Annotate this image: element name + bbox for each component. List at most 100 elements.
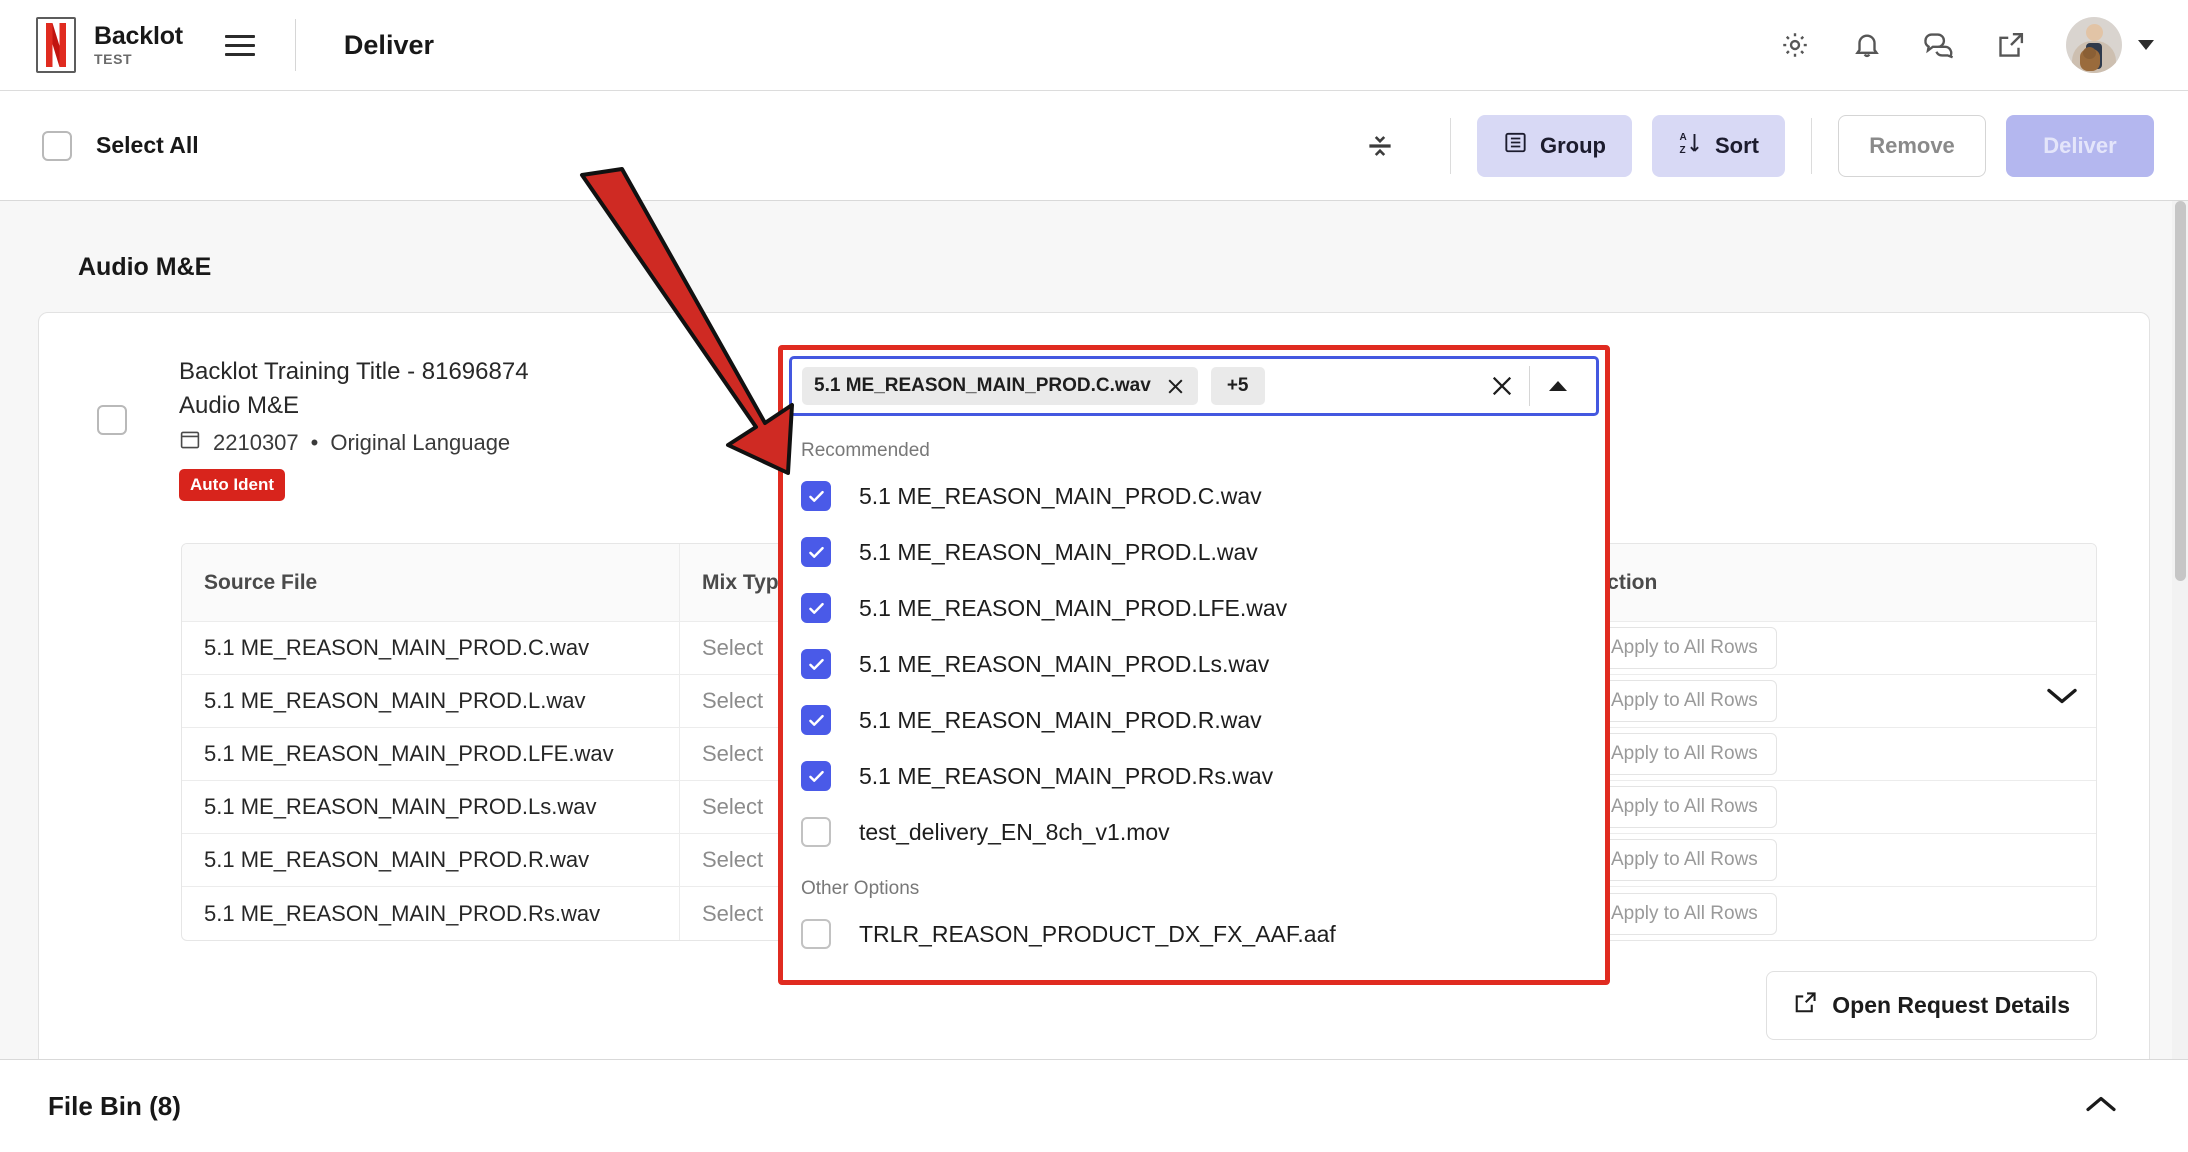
- header-divider: [294, 19, 296, 71]
- cell-source-file: 5.1 ME_REASON_MAIN_PROD.R.wav: [182, 834, 680, 887]
- asset-separator: •: [310, 430, 319, 456]
- dropdown-option[interactable]: 5.1 ME_REASON_MAIN_PROD.LFE.wav: [783, 580, 1605, 636]
- option-checkbox-checked[interactable]: [801, 481, 831, 511]
- select-all-group[interactable]: Select All: [0, 130, 199, 161]
- gear-icon[interactable]: [1778, 28, 1812, 62]
- selected-file-chip-label: 5.1 ME_REASON_MAIN_PROD.C.wav: [814, 375, 1151, 396]
- close-icon[interactable]: [1165, 376, 1186, 397]
- dropdown-group-label-recommended: Recommended: [801, 440, 930, 461]
- hamburger-icon[interactable]: [219, 29, 261, 62]
- card-checkbox-wrap: [97, 405, 127, 435]
- dropdown-option[interactable]: test_delivery_EN_8ch_v1.mov: [783, 804, 1605, 860]
- option-checkbox-checked[interactable]: [801, 593, 831, 623]
- toolbar-divider: [1450, 117, 1451, 174]
- main-scrollbar-thumb[interactable]: [2175, 201, 2186, 581]
- section-title-audio-me: Audio M&E: [78, 253, 212, 281]
- file-select-control[interactable]: 5.1 ME_REASON_MAIN_PROD.C.wav +5: [789, 356, 1599, 416]
- toolbar-divider: [1811, 117, 1812, 174]
- column-header-source-file: Source File: [182, 544, 680, 622]
- avatar-head: [2086, 24, 2103, 41]
- option-checkbox-checked[interactable]: [801, 705, 831, 735]
- option-checkbox-unchecked[interactable]: [801, 817, 831, 847]
- avatar[interactable]: [2066, 17, 2122, 73]
- dropdown-option[interactable]: 5.1 ME_REASON_MAIN_PROD.L.wav: [783, 524, 1605, 580]
- card-select-checkbox[interactable]: [97, 405, 127, 435]
- dropdown-option[interactable]: TRLR_REASON_PRODUCT_DX_FX_AAF.aaf: [783, 906, 1605, 962]
- apply-to-all-rows-button[interactable]: Apply to All Rows: [1592, 786, 1777, 829]
- apply-to-all-rows-button[interactable]: Apply to All Rows: [1592, 839, 1777, 882]
- status-badge: Auto Ident: [179, 469, 286, 502]
- dropdown-option[interactable]: 5.1 ME_REASON_MAIN_PROD.C.wav: [783, 468, 1605, 524]
- select-all-label: Select All: [96, 132, 199, 158]
- svg-text:A: A: [1680, 132, 1687, 143]
- avatar-menu[interactable]: [2066, 17, 2154, 73]
- list-icon: [1503, 130, 1528, 161]
- file-bin-bar[interactable]: File Bin (8): [0, 1059, 2188, 1152]
- svg-text:Z: Z: [1680, 145, 1686, 156]
- header-actions: [1778, 17, 2188, 73]
- app-root: Backlot TEST Deliver Select All Group A …: [0, 0, 2188, 1152]
- chevron-down-icon[interactable]: [2138, 40, 2154, 50]
- cell-source-file: 5.1 ME_REASON_MAIN_PROD.LFE.wav: [182, 728, 680, 781]
- netflix-logo-icon: [36, 17, 76, 73]
- option-label: 5.1 ME_REASON_MAIN_PROD.Ls.wav: [859, 650, 1270, 677]
- cell-action: Apply to All Rows: [1570, 887, 2096, 940]
- column-header-action: Action: [1592, 570, 1658, 594]
- option-label: 5.1 ME_REASON_MAIN_PROD.C.wav: [859, 482, 1262, 509]
- main-scrollbar-track[interactable]: [2172, 201, 2188, 1059]
- brand-environment: TEST: [94, 51, 133, 68]
- file-select-dropdown-highlight: 5.1 ME_REASON_MAIN_PROD.C.wav +5 Recomme…: [778, 345, 1610, 985]
- cell-action: Apply to All Rows: [1570, 728, 2096, 780]
- option-label: TRLR_REASON_PRODUCT_DX_FX_AAF.aaf: [859, 920, 1336, 947]
- asset-id: 2210307: [213, 430, 299, 456]
- dropdown-toggle-chevron-up-icon[interactable]: [1530, 379, 1586, 393]
- hamburger-bar: [224, 43, 255, 47]
- file-bin-collapse-chevron-up-icon[interactable]: [2084, 1093, 2188, 1120]
- file-select-dropdown: 5.1 ME_REASON_MAIN_PROD.C.wav +5 Recomme…: [783, 350, 1605, 980]
- external-link-icon: [1793, 990, 1818, 1021]
- sort-button-label: Sort: [1715, 132, 1759, 158]
- cell-source-file: 5.1 ME_REASON_MAIN_PROD.Rs.wav: [182, 887, 680, 941]
- dropdown-option[interactable]: 5.1 ME_REASON_MAIN_PROD.Rs.wav: [783, 748, 1605, 804]
- cell-action: Apply to All Rows: [1570, 781, 2096, 833]
- apply-to-all-rows-button[interactable]: Apply to All Rows: [1592, 627, 1777, 670]
- open-request-details-button[interactable]: Open Request Details: [1766, 971, 2097, 1041]
- collapse-rows-icon[interactable]: [1360, 126, 1400, 166]
- group-button[interactable]: Group: [1477, 114, 1632, 177]
- dropdown-option[interactable]: 5.1 ME_REASON_MAIN_PROD.R.wav: [783, 692, 1605, 748]
- hamburger-bar: [224, 52, 255, 56]
- package-icon: [179, 429, 201, 457]
- sort-button[interactable]: A Z Sort: [1652, 114, 1785, 177]
- clear-selection-close-icon[interactable]: [1475, 373, 1529, 399]
- selected-file-chip[interactable]: 5.1 ME_REASON_MAIN_PROD.C.wav: [802, 367, 1198, 405]
- option-label: 5.1 ME_REASON_MAIN_PROD.R.wav: [859, 706, 1262, 733]
- asset-language: Original Language: [330, 430, 511, 456]
- bell-icon[interactable]: [1850, 28, 1884, 62]
- chat-icon[interactable]: [1922, 28, 1956, 62]
- option-checkbox-checked[interactable]: [801, 537, 831, 567]
- avatar-dog-head: [2083, 47, 2096, 59]
- apply-to-all-rows-button[interactable]: Apply to All Rows: [1592, 680, 1777, 723]
- page-title: Deliver: [343, 29, 434, 60]
- brand-block[interactable]: Backlot TEST: [0, 17, 183, 73]
- cell-source-file: 5.1 ME_REASON_MAIN_PROD.C.wav: [182, 622, 680, 675]
- remove-button[interactable]: Remove: [1838, 114, 1986, 177]
- open-request-details-label: Open Request Details: [1832, 992, 2070, 1019]
- file-bin-label: File Bin (8): [48, 1090, 181, 1121]
- asset-type: Audio M&E: [179, 392, 300, 420]
- option-label: 5.1 ME_REASON_MAIN_PROD.L.wav: [859, 538, 1258, 565]
- top-header: Backlot TEST Deliver: [0, 0, 2188, 91]
- option-checkbox-checked[interactable]: [801, 649, 831, 679]
- brand-name: Backlot: [94, 22, 183, 51]
- apply-to-all-rows-button[interactable]: Apply to All Rows: [1592, 733, 1777, 776]
- dropdown-group-label-other-options: Other Options: [801, 878, 920, 899]
- option-checkbox-checked[interactable]: [801, 761, 831, 791]
- option-checkbox-unchecked[interactable]: [801, 919, 831, 949]
- group-button-label: Group: [1540, 132, 1606, 158]
- overflow-count-chip[interactable]: +5: [1210, 367, 1265, 405]
- dropdown-option[interactable]: 5.1 ME_REASON_MAIN_PROD.Ls.wav: [783, 636, 1605, 692]
- external-link-icon[interactable]: [1994, 28, 2028, 62]
- apply-to-all-rows-button[interactable]: Apply to All Rows: [1592, 892, 1777, 935]
- card-expand-chevron-down-icon[interactable]: [2045, 685, 2079, 712]
- select-all-checkbox[interactable]: [42, 130, 72, 161]
